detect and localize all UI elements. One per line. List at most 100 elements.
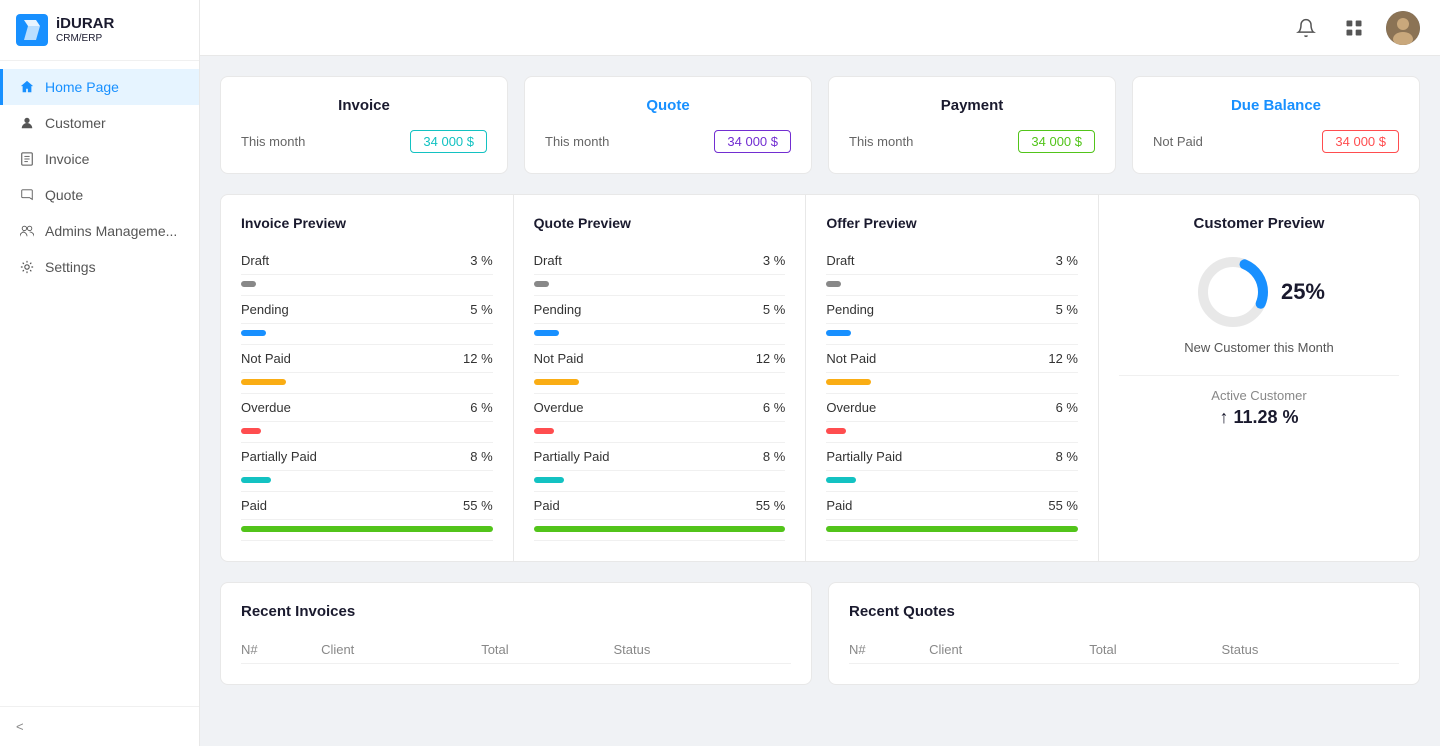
customer-preview-panel: Customer Preview 25% New Customer this M… — [1099, 195, 1419, 561]
col-total: Total — [1089, 636, 1221, 664]
col-status: Status — [1221, 636, 1399, 664]
bar-notpaid — [241, 379, 286, 385]
customer-preview-title: Customer Preview — [1119, 215, 1399, 232]
sidebar-item-admins-label: Admins Manageme... — [45, 223, 177, 239]
sidebar-item-quote-label: Quote — [45, 187, 83, 203]
summary-cards: Invoice This month 34 000 $ Quote This m… — [220, 76, 1420, 174]
customer-percentage: 25% — [1281, 279, 1325, 305]
sidebar-item-home-label: Home Page — [45, 79, 119, 95]
col-num: N# — [849, 636, 929, 664]
payment-label: This month — [849, 134, 913, 149]
main-content: Invoice This month 34 000 $ Quote This m… — [200, 56, 1440, 746]
invoice-icon — [19, 151, 35, 167]
active-customer-label: Active Customer — [1119, 388, 1399, 403]
invoice-card-title: Invoice — [241, 97, 487, 114]
recent-invoices-table: N# Client Total Status — [241, 636, 791, 664]
col-client: Client — [929, 636, 1089, 664]
sidebar-item-quote[interactable]: Quote — [0, 177, 199, 213]
logo-name: iDURAR — [56, 16, 114, 33]
preview-row: Draft3 % — [826, 247, 1078, 275]
logo[interactable]: iDURAR CRM/ERP — [0, 0, 199, 61]
logo-icon — [16, 14, 48, 46]
invoice-label: This month — [241, 134, 305, 149]
offer-preview-panel: Offer Preview Draft3 % Pending5 % Not Pa… — [806, 195, 1099, 561]
notification-icon[interactable] — [1290, 12, 1322, 44]
preview-row: Draft3 % — [241, 247, 493, 275]
invoice-preview-title: Invoice Preview — [241, 215, 493, 231]
preview-row: Not Paid12 % — [241, 345, 493, 373]
preview-row: Partially Paid8 % — [826, 443, 1078, 471]
payment-value: 34 000 $ — [1018, 130, 1095, 153]
payment-card-title: Payment — [849, 97, 1095, 114]
invoice-preview-panel: Invoice Preview Draft3 % Pending5 % Not … — [221, 195, 514, 561]
sidebar-nav: Home Page Customer Invoice Quote Admins … — [0, 61, 199, 706]
col-status: Status — [613, 636, 791, 664]
preview-row: Partially Paid8 % — [241, 443, 493, 471]
bar-pending — [241, 330, 266, 336]
due-balance-value: 34 000 $ — [1322, 130, 1399, 153]
preview-row: Overdue6 % — [534, 394, 786, 422]
customer-icon — [19, 115, 35, 131]
invoice-value: 34 000 $ — [410, 130, 487, 153]
donut-chart: 25% — [1119, 252, 1399, 332]
col-num: N# — [241, 636, 321, 664]
sidebar-item-customer-label: Customer — [45, 115, 106, 131]
preview-section: Invoice Preview Draft3 % Pending5 % Not … — [220, 194, 1420, 562]
logo-subtitle: CRM/ERP — [56, 33, 114, 44]
quote-icon — [19, 187, 35, 203]
recent-invoices-card: Recent Invoices N# Client Total Status — [220, 582, 812, 685]
preview-row: Paid55 % — [534, 492, 786, 520]
recent-quotes-card: Recent Quotes N# Client Total Status — [828, 582, 1420, 685]
bar-partialpaid — [241, 477, 271, 483]
sidebar: iDURAR CRM/ERP Home Page Customer Invoic… — [0, 0, 200, 746]
preview-row: Not Paid12 % — [826, 345, 1078, 373]
preview-row: Not Paid12 % — [534, 345, 786, 373]
new-customer-label: New Customer this Month — [1119, 340, 1399, 355]
preview-row: Pending5 % — [826, 296, 1078, 324]
sidebar-item-invoice-label: Invoice — [45, 151, 89, 167]
quote-card: Quote This month 34 000 $ — [524, 76, 812, 174]
admins-icon — [19, 223, 35, 239]
payment-card: Payment This month 34 000 $ — [828, 76, 1116, 174]
recent-invoices-title: Recent Invoices — [241, 603, 791, 620]
quote-preview-panel: Quote Preview Draft3 % Pending5 % Not Pa… — [514, 195, 807, 561]
quote-card-title: Quote — [545, 97, 791, 114]
due-balance-label: Not Paid — [1153, 134, 1203, 149]
sidebar-item-settings-label: Settings — [45, 259, 96, 275]
preview-row: Paid55 % — [826, 492, 1078, 520]
settings-icon — [19, 259, 35, 275]
bar-draft — [241, 281, 256, 287]
collapse-button[interactable]: < — [0, 706, 199, 746]
quote-label: This month — [545, 134, 609, 149]
home-icon — [19, 79, 35, 95]
sidebar-item-customer[interactable]: Customer — [0, 105, 199, 141]
bar-overdue — [241, 428, 261, 434]
topbar — [200, 0, 1440, 56]
grid-icon[interactable] — [1338, 12, 1370, 44]
quote-value: 34 000 $ — [714, 130, 791, 153]
invoice-card: Invoice This month 34 000 $ — [220, 76, 508, 174]
bar-paid — [241, 526, 493, 532]
preview-row: Pending5 % — [241, 296, 493, 324]
sidebar-item-settings[interactable]: Settings — [0, 249, 199, 285]
avatar[interactable] — [1386, 11, 1420, 45]
preview-row: Overdue6 % — [826, 394, 1078, 422]
recent-section: Recent Invoices N# Client Total Status R… — [220, 582, 1420, 685]
sidebar-item-admins[interactable]: Admins Manageme... — [0, 213, 199, 249]
preview-row: Pending5 % — [534, 296, 786, 324]
preview-row: Draft3 % — [534, 247, 786, 275]
preview-row: Overdue6 % — [241, 394, 493, 422]
recent-quotes-title: Recent Quotes — [849, 603, 1399, 620]
preview-row: Partially Paid8 % — [534, 443, 786, 471]
offer-preview-title: Offer Preview — [826, 215, 1078, 231]
due-balance-card: Due Balance Not Paid 34 000 $ — [1132, 76, 1420, 174]
quote-preview-title: Quote Preview — [534, 215, 786, 231]
col-total: Total — [481, 636, 613, 664]
sidebar-item-invoice[interactable]: Invoice — [0, 141, 199, 177]
col-client: Client — [321, 636, 481, 664]
preview-row: Paid55 % — [241, 492, 493, 520]
active-customer-value: ↑ 11.28 % — [1119, 407, 1399, 428]
sidebar-item-home[interactable]: Home Page — [0, 69, 199, 105]
recent-quotes-table: N# Client Total Status — [849, 636, 1399, 664]
due-balance-title: Due Balance — [1153, 97, 1399, 114]
